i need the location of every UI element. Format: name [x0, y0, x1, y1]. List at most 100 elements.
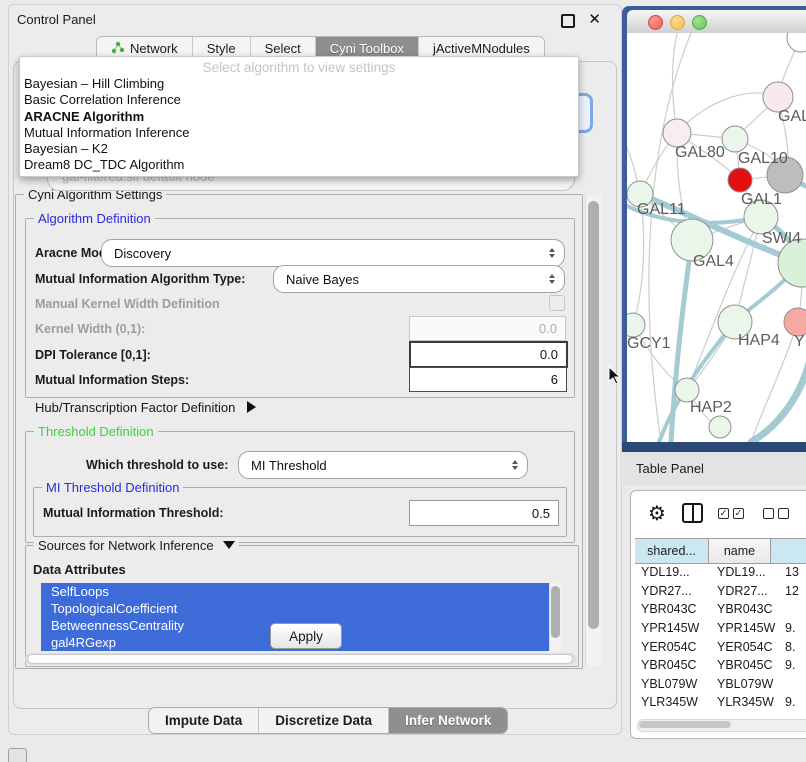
mi-algorithm-type-label: Mutual Information Algorithm Type:	[35, 272, 245, 286]
node-label: GAL	[778, 108, 806, 125]
table-hscrollbar-thumb[interactable]	[639, 721, 731, 728]
algorithm-option[interactable]: Bayesian – Hill Climbing	[24, 76, 578, 92]
table-cell: YPR145W	[715, 621, 779, 635]
network-window-titlebar[interactable]	[627, 10, 806, 34]
sources-legend[interactable]: Sources for Network Inference	[34, 538, 239, 553]
table-row[interactable]: YDR27...YDR27...12	[635, 582, 806, 601]
algorithm-option[interactable]: Mutual Information Inference	[24, 125, 578, 141]
which-threshold-combo[interactable]: MI Threshold	[238, 451, 528, 479]
settings-scrollbar-thumb[interactable]	[588, 201, 599, 629]
column-header-shared[interactable]: shared...	[635, 539, 709, 563]
tab-infer-network[interactable]: Infer Network	[388, 708, 507, 733]
table-cell: 8.	[779, 640, 795, 654]
settings-gear-icon[interactable]: ⚙	[648, 501, 666, 526]
select-all-checked-icon[interactable]: ✓✓	[718, 508, 748, 519]
table-header-row: shared... name	[635, 538, 806, 564]
aracne-mode-combo[interactable]: Discovery	[101, 239, 565, 267]
table-panel-window: ⚙ ✓✓ shared... name YDL19...YDL19...13YD…	[630, 490, 806, 739]
spinner-arrows-icon	[512, 460, 518, 471]
network-node[interactable]	[709, 416, 731, 438]
tab-discretize-data[interactable]: Discretize Data	[258, 708, 388, 733]
algorithm-list: Bayesian – Hill Climbing Basic Correlati…	[20, 76, 578, 174]
mi-algorithm-type-combo[interactable]: Naive Bayes	[273, 265, 565, 293]
control-panel-window: Control Panel ✕ Network Style Select Cyn…	[8, 4, 622, 735]
attributes-scrollbar-thumb[interactable]	[551, 586, 560, 638]
mi-threshold-value: 0.5	[532, 506, 550, 521]
control-panel-titlebar[interactable]: Control Panel ✕	[9, 5, 621, 33]
node-label: GAL10	[738, 150, 788, 167]
table-hscrollbar[interactable]	[637, 719, 806, 732]
mi-algorithm-type-value: Naive Bayes	[286, 272, 359, 287]
mi-steps-input[interactable]: 6	[409, 367, 567, 392]
attribute-item-selected[interactable]: SelfLoops	[41, 583, 549, 600]
attribute-item-selected[interactable]: TopologicalCoefficient	[41, 600, 549, 617]
dpi-tolerance-input[interactable]: 0.0	[409, 341, 568, 368]
table-row[interactable]: YBR045CYBR045C9.	[635, 656, 806, 675]
network-node[interactable]	[627, 313, 645, 337]
table-cell: YBR043C	[715, 602, 779, 616]
mouse-cursor	[608, 366, 621, 385]
algorithm-option[interactable]: Dream8 DC_TDC Algorithm	[24, 157, 578, 173]
close-traffic-light[interactable]	[648, 15, 663, 30]
kernel-width-input[interactable]: 0.0	[409, 316, 566, 341]
table-row[interactable]: YBL079WYBL079W	[635, 675, 806, 694]
table-cell: YDR27...	[635, 584, 715, 598]
attributes-scrollbar[interactable]	[549, 583, 562, 651]
hub-definition-toggle[interactable]: Hub/Transcription Factor Definition	[35, 400, 256, 415]
node-label: GAL1	[741, 191, 782, 208]
minimize-traffic-light[interactable]	[670, 15, 685, 30]
table-row[interactable]: YDL19...YDL19...13	[635, 563, 806, 582]
sources-hscrollbar[interactable]	[25, 653, 577, 665]
network-node[interactable]	[728, 168, 752, 192]
table-cell: YPR145W	[635, 621, 715, 635]
tab-impute-data[interactable]: Impute Data	[149, 708, 258, 733]
collapsed-panel-button[interactable]	[8, 748, 27, 762]
network-canvas[interactable]: GALGAL80GAL10GAL1GAL11SWI4GAL4GCY1HAP4YH…	[627, 33, 806, 442]
table-cell: YBR045C	[715, 658, 779, 672]
table-cell: YDL19...	[635, 565, 715, 579]
control-panel-title: Control Panel	[17, 12, 96, 27]
manual-kernel-width-label: Manual Kernel Width Definition	[35, 297, 220, 311]
node-label: HAP2	[690, 399, 732, 416]
sources-hscrollbar-thumb[interactable]	[27, 654, 573, 664]
manual-kernel-width-checkbox[interactable]	[549, 295, 565, 311]
apply-button[interactable]: Apply	[270, 623, 342, 649]
network-node[interactable]	[784, 308, 806, 336]
threshold-definition-legend: Threshold Definition	[34, 424, 158, 439]
select-none-icon[interactable]	[763, 508, 793, 519]
algorithm-placeholder: Select algorithm to view settings	[20, 60, 578, 75]
column-header-name[interactable]: name	[709, 539, 771, 563]
settings-scrollbar[interactable]	[585, 195, 602, 666]
close-icon[interactable]: ✕	[588, 10, 601, 28]
node-label: GAL80	[675, 144, 725, 161]
table-row[interactable]: YIL052CYIL052C9.	[635, 712, 806, 716]
zoom-traffic-light[interactable]	[692, 15, 707, 30]
algorithm-option[interactable]: Bayesian – K2	[24, 141, 578, 157]
network-node[interactable]	[722, 126, 748, 152]
network-node[interactable]	[663, 119, 691, 147]
table-rows: YDL19...YDL19...13YDR27...YDR27...12YBR0…	[635, 563, 806, 716]
mi-steps-label: Mutual Information Steps:	[35, 373, 189, 387]
column-header-partial[interactable]	[771, 539, 806, 563]
table-panel-header-strip: Table Panel	[620, 452, 806, 485]
node-label: GAL11	[637, 201, 686, 218]
tab-label: Network	[130, 41, 178, 56]
table-row[interactable]: YLR345WYLR345W9.	[635, 693, 806, 712]
node-label: SWI4	[762, 230, 801, 247]
table-cell: YBL079W	[635, 677, 715, 691]
table-row[interactable]: YPR145WYPR145W9.	[635, 619, 806, 638]
network-node[interactable]	[787, 33, 806, 52]
mi-threshold-input[interactable]: 0.5	[409, 500, 559, 526]
table-cell: 9.	[779, 658, 795, 672]
table-cell: 9.	[779, 714, 795, 716]
column-layout-icon[interactable]	[682, 503, 703, 523]
table-row[interactable]: YER054CYER054C8.	[635, 637, 806, 656]
table-cell: YIL052C	[715, 714, 779, 716]
table-row[interactable]: YBR043CYBR043C	[635, 600, 806, 619]
table-cell: YER054C	[635, 640, 715, 654]
float-window-icon[interactable]	[561, 14, 575, 28]
kernel-width-value: 0.0	[539, 321, 557, 336]
algorithm-option-selected[interactable]: ARACNE Algorithm	[24, 109, 578, 125]
mi-threshold-definition-legend: MI Threshold Definition	[42, 480, 183, 495]
algorithm-option[interactable]: Basic Correlation Inference	[24, 92, 578, 108]
